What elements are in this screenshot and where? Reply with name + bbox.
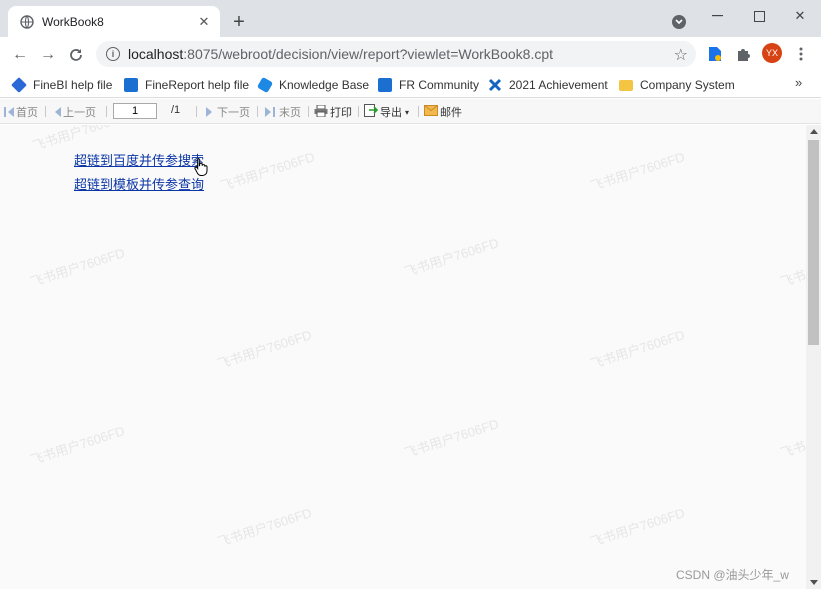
scroll-down-icon[interactable]	[810, 580, 818, 585]
bookmark-company-system[interactable]: Company System	[619, 75, 735, 95]
finereport-icon	[378, 78, 392, 92]
watermark: 飞书用户7606FD	[588, 327, 687, 372]
cube-icon	[256, 76, 274, 94]
watermark: 飞书用户7606FD	[215, 327, 314, 372]
back-button[interactable]: ←	[9, 44, 31, 66]
page-total: /1	[171, 104, 181, 116]
bookmarks-overflow-icon[interactable]: »	[795, 75, 802, 90]
watermark: 飞书用户7606FD	[778, 245, 806, 290]
folder-icon	[619, 79, 633, 91]
watermark: 飞书用户7606FD	[28, 423, 127, 468]
printer-icon	[314, 104, 328, 120]
next-page-icon	[206, 107, 212, 117]
bookmarks-bar: FineBI help file FineReport help file Kn…	[0, 71, 821, 98]
globe-icon	[20, 14, 34, 29]
watermark: 飞书用户7606FD	[28, 245, 127, 290]
watermark: 飞书用户7606FD	[588, 149, 687, 194]
dropdown-arrow-icon: ▾	[405, 107, 410, 117]
address-bar[interactable]: i localhost:8075/webroot/decision/view/r…	[96, 41, 696, 67]
puzzle-icon[interactable]	[734, 45, 752, 63]
prev-page-icon	[55, 107, 61, 117]
watermark: 飞书用户7606FD	[778, 416, 806, 461]
site-info-icon[interactable]: i	[106, 47, 120, 61]
export-button[interactable]: 导出 ▾	[364, 104, 409, 120]
watermark: 飞书用户7606FD	[402, 235, 501, 280]
bookmark-2021-achievement[interactable]: 2021 Achievement	[488, 75, 608, 95]
first-page-button[interactable]: 首页	[4, 104, 38, 120]
reload-button[interactable]	[65, 44, 87, 66]
finebi-icon	[11, 77, 27, 93]
bookmark-fr-community[interactable]: FR Community	[378, 75, 479, 95]
next-page-button[interactable]: 下一页	[206, 104, 250, 120]
last-page-icon	[265, 107, 271, 117]
cross-icon	[488, 78, 502, 92]
first-page-icon	[4, 107, 6, 117]
tab-strip: WorkBook8 ✕ + ✕	[0, 0, 821, 37]
bookmark-star-icon[interactable]: ☆	[674, 45, 688, 65]
last-page-button[interactable]: 末页	[265, 104, 301, 120]
page-number-input[interactable]: 1	[113, 103, 157, 119]
watermark: 飞书用户7606FD	[215, 505, 314, 550]
bookmark-knowledge-base[interactable]: Knowledge Base	[256, 75, 369, 95]
print-button[interactable]: 打印	[314, 104, 352, 120]
new-tab-button[interactable]: +	[229, 11, 249, 33]
url-text: localhost:8075/webroot/decision/view/rep…	[128, 46, 554, 62]
export-icon	[364, 104, 379, 120]
watermark: 飞书用户7606FD	[588, 505, 687, 550]
finereport-icon	[124, 78, 138, 92]
hand-cursor-icon	[194, 157, 208, 176]
scroll-up-icon[interactable]	[810, 129, 818, 134]
bookmark-finebi[interactable]: FineBI help file	[11, 75, 112, 95]
extension-icon[interactable]	[706, 45, 724, 63]
minimize-button[interactable]	[707, 6, 727, 26]
report-content: 飞书用户7606FD 飞书用户7606FD 飞书用户7606FD 飞书用户760…	[0, 125, 806, 589]
tab-close-icon[interactable]: ✕	[194, 12, 214, 32]
bookmark-finereport-help[interactable]: FineReport help file	[124, 75, 249, 95]
profile-avatar[interactable]: YX	[762, 43, 782, 63]
tab-title: WorkBook8	[42, 14, 104, 29]
source-credit: CSDN @油头少年_w	[676, 568, 789, 582]
watermark: 飞书用户7606FD	[218, 149, 317, 194]
envelope-icon	[424, 105, 438, 119]
menu-kebab-icon[interactable]	[792, 45, 810, 63]
watermark: 飞书用户7606FD	[402, 416, 501, 461]
window-close-button[interactable]: ✕	[790, 6, 810, 26]
scroll-thumb[interactable]	[808, 140, 819, 345]
tab-search-button[interactable]	[672, 15, 686, 29]
hyperlink-baidu-search[interactable]: 超链到百度并传参搜索	[74, 150, 204, 169]
vertical-scrollbar[interactable]	[806, 125, 821, 589]
mail-button[interactable]: 邮件	[424, 104, 462, 120]
navigation-bar: ← → i localhost:8075/webroot/decision/vi…	[0, 37, 821, 71]
forward-button[interactable]: →	[37, 44, 59, 66]
maximize-button[interactable]	[749, 6, 769, 26]
prev-page-button[interactable]: 上一页	[55, 104, 96, 120]
browser-tab[interactable]: WorkBook8 ✕	[8, 6, 220, 37]
hyperlink-template-query[interactable]: 超链到模板并传参查询	[74, 174, 204, 193]
